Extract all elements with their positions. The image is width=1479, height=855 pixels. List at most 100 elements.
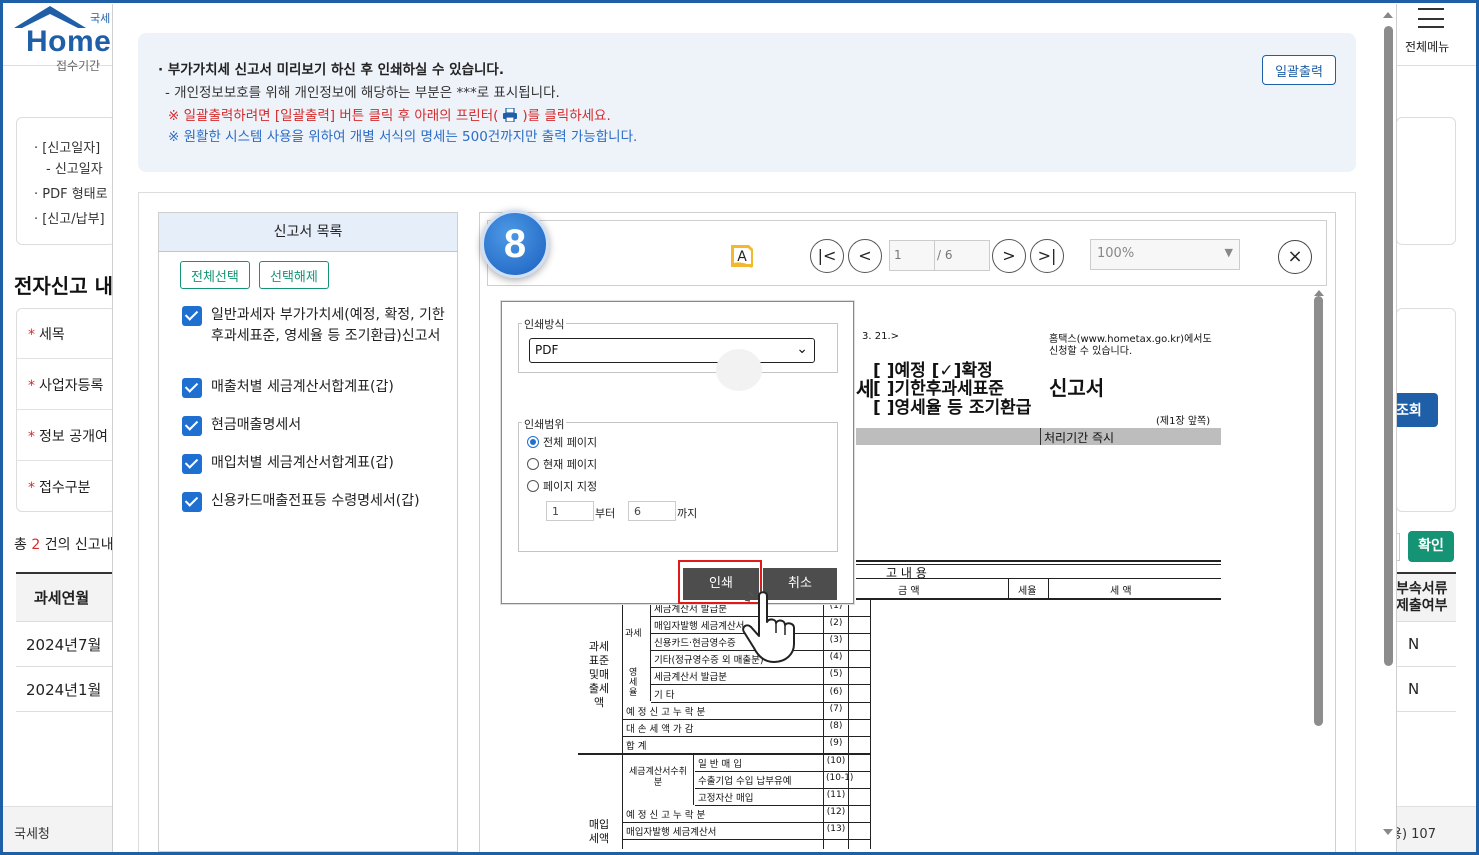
list-item[interactable]: 현금매출명세서 — [182, 415, 452, 436]
doc-text: 세 — [856, 377, 875, 401]
bg-result-table: 과세연월 2024년7월 2024년1월 — [16, 572, 112, 712]
chevron-down-icon: ▼ — [1224, 246, 1233, 259]
chevron-down-icon: ⌄ — [796, 341, 808, 357]
last-page-button[interactable]: >| — [1030, 239, 1064, 273]
bg-field-label: * 정보 공개여 — [28, 429, 108, 445]
doc-row-number: (2) — [829, 618, 843, 628]
bg-notice-line: · PDF 형태로 — [34, 187, 108, 202]
doc-text: (제1장 앞쪽) — [1156, 416, 1211, 427]
bg-notice-line: · [신고/납부] — [34, 212, 105, 227]
first-page-button[interactable]: |< — [810, 239, 844, 273]
doc-row-number: (6) — [829, 687, 843, 697]
doc-row-number: (11) — [826, 790, 846, 800]
doc-row-label: 합 계 — [626, 741, 647, 752]
table-row[interactable]: 2024년1월 — [16, 667, 112, 712]
search-button[interactable]: 조회 — [1396, 393, 1438, 427]
doc-option: [ ]영세율 등 조기환급 — [873, 398, 1032, 418]
doc-sub-label: 과세 — [625, 629, 642, 639]
doc-col-header: 세 액 — [1110, 586, 1132, 597]
radio-icon[interactable] — [527, 458, 539, 470]
info-bulk-hint: ※ 일괄출력하려면 [일괄출력] 버튼 클릭 후 아래의 프린터()를 클릭하세… — [168, 108, 611, 124]
doc-row-label: 수출기업 수입 납부유예 — [698, 776, 792, 787]
document-scrollbar[interactable] — [1314, 296, 1323, 726]
doc-text: 처리기간 즉시 — [1044, 431, 1115, 445]
doc-col-header: 세율 — [1018, 586, 1037, 597]
logo-small-text: 국세 — [90, 12, 111, 25]
page-to-input[interactable]: 6 — [628, 501, 676, 521]
info-sub-text: - 개인정보보호를 위해 개인정보에 해당하는 부분은 ***로 표시됩니다. — [165, 85, 560, 101]
info-main-text: · 부가가치세 신고서 미리보기 하신 후 인쇄하실 수 있습니다. — [158, 62, 504, 78]
checkbox-checked-icon[interactable] — [182, 378, 202, 398]
doc-side-label: 매입세액 — [588, 818, 610, 845]
footer-text: 국세청 — [14, 827, 50, 842]
zoom-select[interactable]: 100% ▼ — [1090, 239, 1240, 270]
all-menu-label[interactable]: 전체메뉴 — [1405, 38, 1449, 55]
checkbox-checked-icon[interactable] — [182, 306, 202, 326]
bg-field-label: * 사업자등록 — [28, 378, 104, 394]
table-cell: N — [1396, 622, 1456, 667]
doc-row-label: 대 손 세 액 가 감 — [626, 724, 694, 735]
doc-row-number: (7) — [829, 704, 843, 714]
step-badge: 8 — [481, 210, 549, 278]
doc-row-label: 고정자산 매입 — [698, 793, 754, 804]
page-to-label: 까지 — [677, 507, 698, 520]
modal-scrollbar[interactable] — [1384, 26, 1393, 666]
close-button[interactable]: × — [1278, 240, 1312, 274]
page-from-input[interactable]: 1 — [546, 501, 594, 521]
doc-row-number: (13) — [826, 824, 846, 834]
printer-icon — [503, 108, 518, 122]
range-custom-option[interactable]: 페이지 지정 — [527, 478, 597, 494]
doc-row-label: 기 타 — [654, 690, 675, 701]
confirm-button[interactable]: 확인 — [1408, 531, 1454, 562]
deselect-button[interactable]: 선택해제 — [259, 261, 329, 289]
doc-title: 신고서 — [1049, 376, 1105, 400]
list-item[interactable]: 매출처별 세금계산서합계표(갑) — [182, 377, 452, 398]
checkbox-checked-icon[interactable] — [182, 416, 202, 436]
prev-page-button[interactable]: < — [848, 239, 882, 273]
hand-pointer-icon — [742, 588, 795, 663]
doc-row-label: 일 반 매 입 — [698, 759, 743, 770]
select-all-button[interactable]: 전체선택 — [180, 261, 250, 289]
page-from-label: 부터 — [595, 507, 616, 520]
bg-notice-line: - 신고일자 — [46, 162, 103, 177]
doc-row-number: (12) — [826, 807, 846, 817]
doc-row-label: 예 정 신 고 누 락 분 — [626, 707, 706, 718]
info-box — [138, 33, 1356, 172]
checkbox-checked-icon[interactable] — [182, 492, 202, 512]
bg-notice-line: · [신고일자] — [34, 141, 101, 156]
doc-row-number: (10-1) — [826, 773, 854, 783]
hometax-logo[interactable]: Home — [26, 25, 111, 59]
print-range-legend: 인쇄범위 — [522, 416, 567, 432]
loading-spinner — [716, 349, 762, 391]
doc-row-label: 예 정 신 고 누 락 분 — [626, 810, 706, 821]
scroll-up-arrow[interactable] — [1383, 12, 1393, 18]
doc-row-label: 매입자발행 세금계산서 — [626, 827, 717, 838]
list-item[interactable]: 매입처별 세금계산서합계표(갑) — [182, 453, 452, 474]
doc-row-label: 매입자발행 세금계산서 — [654, 621, 745, 632]
bg-field-label: * 접수구분 — [28, 480, 91, 496]
scroll-down-arrow[interactable] — [1383, 829, 1393, 835]
radio-selected-icon[interactable] — [527, 436, 539, 448]
radio-icon[interactable] — [527, 480, 539, 492]
doc-text: 3. 21.> — [862, 331, 900, 342]
page-number-input[interactable]: 1 — [889, 240, 935, 271]
doc-col-header: 금 액 — [898, 586, 920, 597]
range-all-option[interactable]: 전체 페이지 — [527, 434, 597, 450]
doc-row-number: (3) — [829, 635, 843, 645]
doc-sub-label: 세금계산서수취분 — [629, 767, 687, 788]
next-page-button[interactable]: > — [992, 239, 1026, 273]
table-row[interactable]: 2024년7월 — [16, 622, 112, 667]
edit-icon[interactable]: A — [725, 239, 759, 273]
doc-row-label: 세금계산서 발급분 — [654, 672, 727, 683]
bulk-print-button[interactable]: 일괄출력 — [1262, 55, 1336, 85]
print-format-select[interactable]: PDF ⌄ — [529, 338, 815, 363]
checkbox-checked-icon[interactable] — [182, 454, 202, 474]
list-item[interactable]: 일반과세자 부가가치세(예정, 확정, 기한후과세표준, 영세율 등 조기환급)… — [182, 305, 452, 347]
result-count: 총 2 건의 신고내 — [14, 537, 114, 553]
table-header: 과세연월 — [16, 574, 112, 622]
range-current-option[interactable]: 현재 페이지 — [527, 456, 597, 472]
doc-row-number: (4) — [829, 652, 843, 662]
hamburger-icon[interactable] — [1418, 8, 1444, 28]
list-item[interactable]: 신용카드매출전표등 수령명세서(갑) — [182, 491, 452, 512]
bg-field-label: * 세목 — [28, 327, 65, 343]
